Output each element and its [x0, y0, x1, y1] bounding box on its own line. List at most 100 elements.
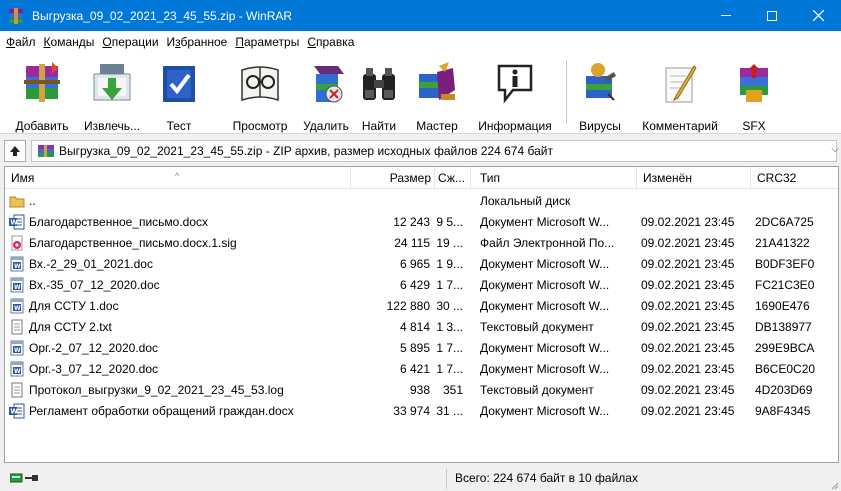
extract-button[interactable]: Извлечь... [74, 54, 150, 133]
word-doc-icon: W [9, 361, 25, 377]
file-modified: 09.02.2021 23:45 [641, 320, 735, 334]
file-packed-size: 351 [442, 383, 463, 397]
sfx-icon [732, 60, 776, 108]
menu-item-5[interactable]: Справка [303, 35, 358, 49]
sfx-button[interactable]: SFX [732, 54, 776, 133]
file-row[interactable]: Для ССТУ 2.txt 4 814 1 3... Текстовый докум… [5, 317, 838, 337]
file-name-cell: .. [9, 191, 353, 211]
virus-scan-button[interactable]: Вирусы [572, 54, 628, 133]
status-bar: Всего: 224 674 байт в 10 файлах [0, 466, 841, 491]
file-name-cell: W Вх.-2_29_01_2021.doc [9, 254, 353, 274]
comment-icon [658, 60, 702, 108]
file-row[interactable]: Протокол_выгрузки_9_02_2021_23_45_53.log… [5, 380, 838, 400]
file-packed-size: 9 5... [436, 215, 463, 229]
menu-item-4[interactable]: Параметры [231, 35, 303, 49]
delete-icon [304, 60, 348, 108]
file-modified: 09.02.2021 23:45 [641, 236, 735, 250]
file-row[interactable]: W Вх.-35_07_12_2020.doc 6 429 1 7... Докумен… [5, 275, 838, 295]
info-button[interactable]: Информация [470, 54, 560, 133]
file-size: 6 965 [399, 257, 430, 271]
file-name-cell: W Благодарственное_письмо.docx [9, 212, 353, 232]
menu-item-3[interactable]: Избранное [163, 35, 232, 49]
file-type: Локальный диск [480, 194, 571, 208]
winrar-app-icon[interactable] [8, 7, 24, 24]
close-icon [812, 10, 824, 21]
drive-key-icon[interactable] [9, 472, 40, 484]
file-row[interactable]: W Орг.-3_07_12_2020.doc 6 421 1 7... Докумен… [5, 359, 838, 379]
status-divider [446, 469, 447, 489]
file-modified: 09.02.2021 23:45 [641, 215, 735, 229]
file-name-cell: Для ССТУ 2.txt [9, 317, 353, 337]
file-packed-size [434, 191, 466, 211]
word-doc-icon: W [9, 277, 25, 293]
file-row[interactable]: W Для ССТУ 1.doc 122 880 30 ... Документ Mic… [5, 296, 838, 316]
column-header-type[interactable]: Тип [471, 167, 637, 189]
word-doc-icon: W [9, 298, 25, 314]
delete-button-label: Удалить [303, 119, 349, 133]
close-button[interactable] [795, 0, 841, 31]
status-total-text: Всего: 224 674 байт в 10 файлах [455, 471, 638, 485]
path-bar: Выгрузка_09_02_2021_23_45_55.zip - ZIP а… [0, 138, 841, 164]
maximize-button[interactable] [749, 0, 795, 31]
view-button[interactable]: Просмотр [224, 54, 296, 133]
file-type: Документ Microsoft W... [480, 215, 610, 229]
file-row[interactable]: .. Локальный диск [5, 191, 838, 211]
file-row[interactable]: Благодарственное_письмо.docx.1.sig 24 115… [5, 233, 838, 253]
info-icon [493, 60, 537, 108]
file-list[interactable]: Имя ^ Размер Сж... Тип Изменён CRC32 .. Ло… [4, 166, 839, 463]
sfx-button-label: SFX [742, 119, 766, 133]
column-header-type-label: Тип [480, 171, 501, 185]
column-header-size-label: Размер [389, 171, 431, 185]
toolbar-separator [566, 60, 567, 124]
archive-path-field[interactable]: Выгрузка_09_02_2021_23_45_55.zip - ZIP а… [31, 140, 837, 162]
file-name: .. [29, 194, 36, 208]
svg-text:W: W [14, 347, 21, 354]
column-header-crc32[interactable]: CRC32 [751, 167, 838, 189]
arrow-up-icon [10, 146, 20, 156]
menu-item-1[interactable]: Команды [40, 35, 99, 49]
file-row[interactable]: W Вх.-2_29_01_2021.doc 6 965 1 9... Документ… [5, 254, 838, 274]
column-header-modified[interactable]: Изменён [637, 167, 751, 189]
test-button[interactable]: Тест [152, 54, 206, 133]
file-packed-size: 19 ... [436, 236, 463, 250]
menu-item-0[interactable]: Файл [2, 35, 40, 49]
file-packed-size: 31 ... [436, 404, 463, 418]
minimize-button[interactable] [703, 0, 749, 31]
add-button[interactable]: Добавить [12, 54, 72, 133]
column-header-packed[interactable]: Сж... [435, 167, 471, 189]
toolbar: Добавить Извлечь... Тест Просмотр Удалит… [0, 52, 841, 134]
menu-item-2[interactable]: Операции [98, 35, 162, 49]
resize-grip-icon[interactable] [829, 479, 839, 490]
file-type: Документ Microsoft W... [480, 341, 610, 355]
file-row[interactable]: W Благодарственное_письмо.docx 12 243 9 5..… [5, 212, 838, 232]
file-size: 6 421 [399, 362, 430, 376]
wizard-button[interactable]: Мастер [410, 54, 464, 133]
file-row[interactable]: W Регламент обработки обращений граждан.d… [5, 401, 838, 421]
window-title: Выгрузка_09_02_2021_23_45_55.zip - WinRA… [32, 8, 293, 23]
chevron-down-icon[interactable]: ⌵ [831, 144, 839, 155]
test-icon [157, 60, 201, 108]
file-modified [641, 191, 753, 211]
wizard-button-label: Мастер [416, 119, 458, 133]
up-one-level-button[interactable] [4, 140, 26, 162]
maximize-icon [767, 10, 777, 21]
find-button[interactable]: Найти [354, 54, 404, 133]
file-type: Документ Microsoft W... [480, 278, 610, 292]
column-header-name[interactable]: Имя ^ [5, 167, 351, 189]
column-header-size[interactable]: Размер [351, 167, 435, 189]
file-packed-size: 1 3... [436, 320, 463, 334]
file-type: Документ Microsoft W... [480, 257, 610, 271]
file-name-cell: W Регламент обработки обращений граждан.d… [9, 401, 353, 421]
comment-button[interactable]: Комментарий [632, 54, 728, 133]
find-icon [357, 60, 401, 108]
comment-button-label: Комментарий [642, 119, 718, 133]
file-modified: 09.02.2021 23:45 [641, 341, 735, 355]
delete-button[interactable]: Удалить [296, 54, 356, 133]
file-crc32: DB138977 [755, 320, 812, 334]
svg-text:W: W [10, 408, 18, 416]
file-crc32: 21A41322 [755, 236, 810, 250]
word-docx-icon: W [9, 214, 25, 230]
title-bar[interactable]: Выгрузка_09_02_2021_23_45_55.zip - WinRA… [0, 0, 841, 31]
file-row[interactable]: W Орг.-2_07_12_2020.doc 5 895 1 7... Докумен… [5, 338, 838, 358]
menu-bar: Файл Команды Операции Избранное Параметры Спр… [0, 31, 841, 52]
